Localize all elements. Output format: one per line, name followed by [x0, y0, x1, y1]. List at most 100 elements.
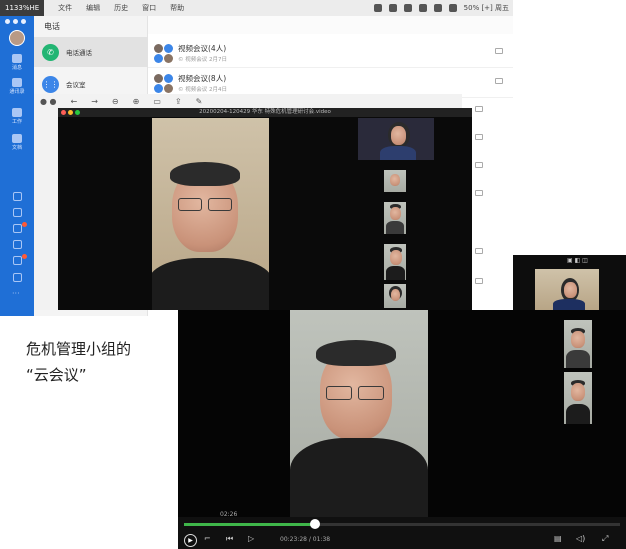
avatar: [154, 84, 163, 93]
play-button[interactable]: ▶: [184, 534, 197, 547]
menubar-status: 50% [+] 周五: [373, 3, 513, 13]
app-name[interactable]: 1133%HE: [0, 0, 45, 16]
video-filename: 20200204-120429 华东 特殊危机管理研讨会.video: [58, 108, 472, 117]
work-icon: [12, 108, 22, 117]
fullscreen-icon[interactable]: ⤢: [602, 534, 608, 544]
menu-edit[interactable]: 编辑: [86, 3, 100, 13]
wechat-icon[interactable]: [373, 4, 382, 12]
todo-icon[interactable]: [13, 208, 22, 217]
zoom-out-icon[interactable]: ⊖: [112, 97, 119, 106]
app-sidebar: 消息 通讯录 工作 文档 ···: [0, 16, 34, 316]
video-call-icon[interactable]: [475, 134, 483, 140]
participant-thumbnail[interactable]: [358, 118, 434, 160]
list-item-calls[interactable]: ✆ 电话通话: [34, 37, 148, 67]
video-call-icon[interactable]: [475, 106, 483, 112]
participant-thumbnail[interactable]: [564, 372, 592, 424]
participant-body: [290, 438, 428, 517]
dial-pad-icon: ⋮⋮: [42, 75, 59, 93]
window-controls[interactable]: ● ●: [40, 97, 57, 106]
list-item[interactable]: 视频会议(4人) © 视频会议 2月7日: [148, 38, 513, 68]
share-icon[interactable]: ⇪: [175, 97, 182, 106]
menu-history[interactable]: 历史: [114, 3, 128, 13]
window-controls[interactable]: [5, 19, 26, 24]
back-icon[interactable]: ←: [71, 97, 78, 106]
menu-help[interactable]: 帮助: [170, 3, 184, 13]
glasses: [358, 386, 384, 400]
avatar: [154, 54, 163, 63]
cloud-icon[interactable]: [418, 4, 427, 12]
sidebar-item-contacts[interactable]: 通讯录: [0, 78, 34, 95]
glasses: [326, 386, 352, 400]
participant-body: [152, 258, 269, 310]
crop-icon[interactable]: ▭: [153, 97, 161, 106]
volume-icon[interactable]: ◁): [576, 534, 585, 543]
phone-icon[interactable]: [13, 240, 22, 249]
avatar: [164, 84, 173, 93]
previous-icon[interactable]: ⏮: [226, 534, 233, 544]
chat-icon: [12, 54, 22, 63]
desktop-menubar: 1133%HE 文件 编辑 历史 窗口 帮助 50% [+] 周五: [0, 0, 513, 16]
participant-thumbnail[interactable]: [384, 244, 406, 280]
avatar[interactable]: [9, 30, 25, 46]
video-player-window: ● ● ← → ⊖ ⊕ ▭ ⇪ ✎ 20200204-120429 华东 特殊危…: [34, 94, 472, 310]
player-toolbar: ● ● ← → ⊖ ⊕ ▭ ⇪ ✎: [34, 94, 462, 108]
menu-file[interactable]: 文件: [58, 3, 72, 13]
main-video-feed: [152, 118, 269, 310]
forward-icon[interactable]: →: [91, 97, 98, 106]
tools-icon[interactable]: ✎: [196, 97, 203, 106]
conversation-title: 视频会议(8人): [178, 74, 227, 83]
calendar-icon[interactable]: [13, 192, 22, 201]
more-icon[interactable]: ···: [12, 289, 21, 298]
player-window-icons[interactable]: ▣ ◧ ◫: [567, 257, 588, 264]
caption-line-2: “云会议”: [26, 366, 87, 384]
video-call-icon[interactable]: [495, 78, 503, 84]
menu-window[interactable]: 窗口: [142, 3, 156, 13]
location-icon[interactable]: [403, 4, 412, 12]
contacts-icon: [12, 78, 22, 87]
caption: 危机管理小组的 “云会议”: [26, 336, 176, 388]
sound-icon[interactable]: [388, 4, 397, 12]
next-icon[interactable]: ▷: [248, 534, 254, 543]
sidebar-item-docs[interactable]: 文档: [0, 134, 34, 151]
video-call-icon[interactable]: [475, 248, 483, 254]
avatar: [164, 44, 173, 53]
video-call-icon[interactable]: [475, 162, 483, 168]
pin-icon[interactable]: [13, 224, 22, 233]
avatar: [154, 44, 163, 53]
video-player-window-large[interactable]: 02:26 ⌐ ⏮ ▷ 00:23:28 / 01:38 ▤ ◁) ⤢: [178, 310, 626, 549]
sidebar-item-messages[interactable]: 消息: [0, 54, 34, 71]
notification-badge: [22, 222, 27, 227]
progress-knob[interactable]: [309, 519, 320, 529]
video-call-icon[interactable]: [475, 190, 483, 196]
zoom-in-icon[interactable]: ⊕: [133, 97, 140, 106]
video-call-icon[interactable]: [495, 48, 503, 54]
participant-thumbnail[interactable]: [384, 284, 406, 308]
participant-thumbnail[interactable]: [384, 170, 406, 192]
video-screen[interactable]: 20200204-120429 华东 特殊危机管理研讨会.video: [58, 108, 472, 310]
caption-line-1: 危机管理小组的: [26, 340, 132, 358]
participant-hair: [316, 340, 396, 366]
battery-icon: [448, 4, 457, 12]
avatar: [154, 74, 163, 83]
conversation-subtitle: © 视频会议 2月7日: [178, 57, 227, 63]
progress-fill: [184, 523, 315, 526]
stop-icon[interactable]: ⌐: [204, 534, 211, 543]
playlist-icon[interactable]: ▤: [554, 534, 562, 543]
player-control-bar: [178, 517, 626, 549]
participant-thumbnail[interactable]: [564, 320, 592, 368]
participant-thumbnail[interactable]: [535, 269, 599, 310]
status-text: 50% [+] 周五: [463, 4, 509, 12]
sidebar-item-work[interactable]: 工作: [0, 108, 34, 125]
docs-icon: [12, 134, 22, 143]
wifi-icon[interactable]: [433, 4, 442, 12]
page-title: 电话: [44, 22, 60, 31]
video-player-top-strip: ▣ ◧ ◫: [513, 255, 626, 310]
mail-icon[interactable]: [13, 256, 22, 265]
apps-icon[interactable]: [13, 273, 22, 282]
window-controls[interactable]: [61, 110, 80, 115]
main-video-feed: [290, 310, 428, 517]
playback-time: 00:23:28 / 01:38: [280, 536, 331, 543]
conversation-title: 视频会议(4人): [178, 44, 227, 53]
video-call-icon[interactable]: [475, 278, 483, 284]
participant-thumbnail[interactable]: [384, 202, 406, 234]
